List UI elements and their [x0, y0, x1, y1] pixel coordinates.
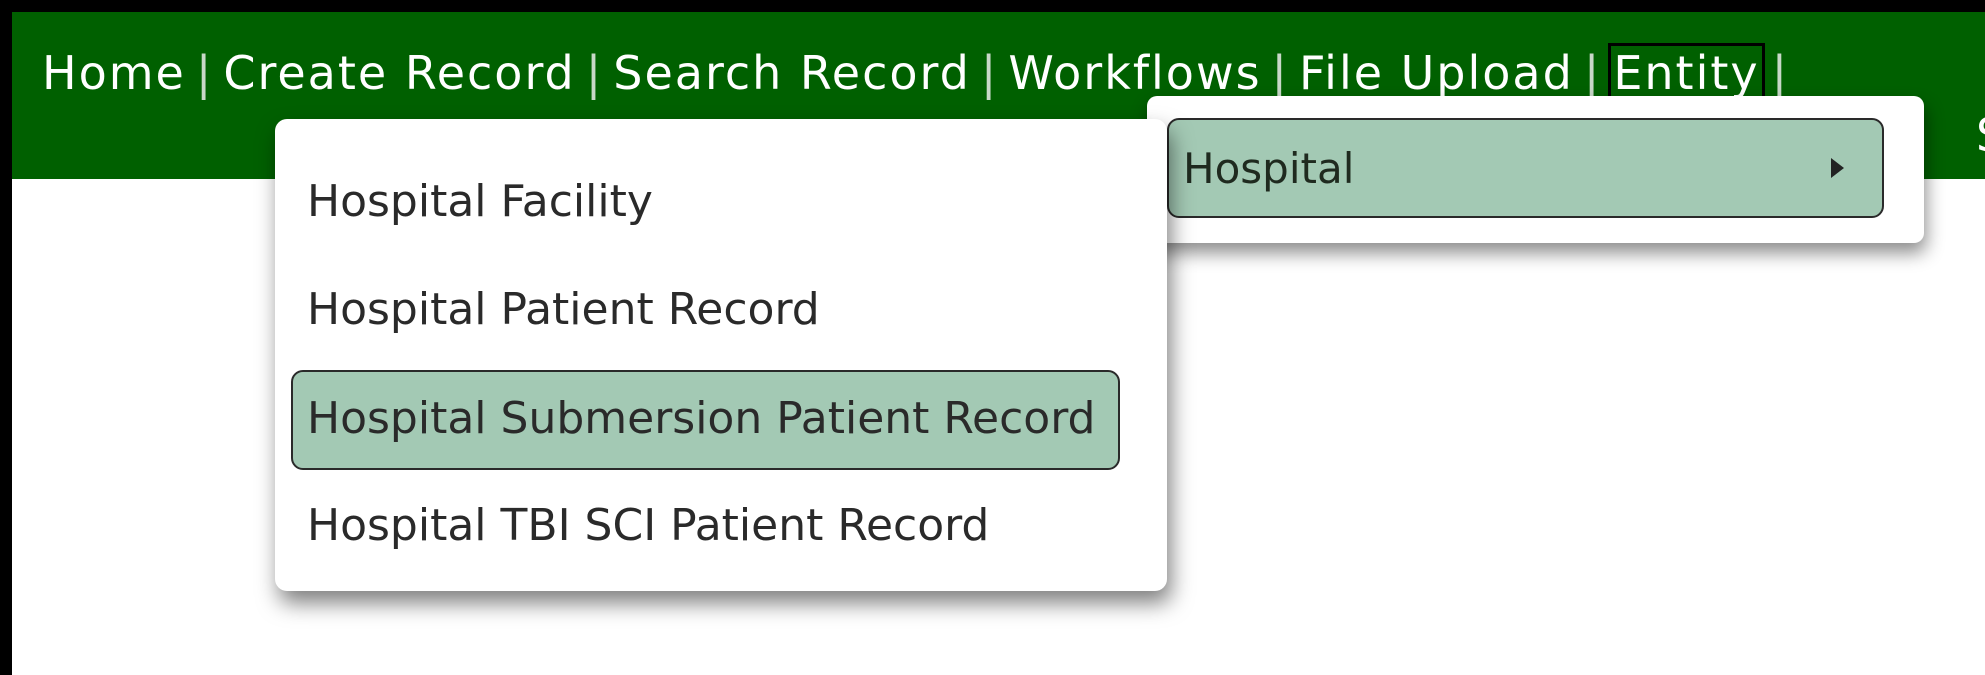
menu-item-hospital[interactable]: Hospital [1167, 118, 1884, 218]
app-frame: Home | Create Record | Search Record | Workflo… [12, 12, 1985, 675]
submenu-item-label: Hospital TBI SCI Patient Record [307, 500, 990, 551]
nav-links: Home | Create Record | Search Record | Workflo… [42, 43, 1799, 103]
submenu-item-label: Hospital Facility [307, 176, 653, 227]
nav-entity[interactable]: Entity [1608, 43, 1765, 103]
nav-separator: | [1771, 46, 1790, 100]
nav-workflows[interactable]: Workflows [1008, 46, 1261, 100]
nav-separator: | [980, 46, 999, 100]
menu-item-label: Hospital [1183, 144, 1355, 193]
submenu-item-label: Hospital Submersion Patient Record [307, 393, 1096, 444]
submenu-item-hospital-facility[interactable]: Hospital Facility [291, 153, 1116, 249]
entity-dropdown-menu: Hospital [1147, 96, 1924, 243]
nav-create-record[interactable]: Create Record [223, 46, 575, 100]
submenu-item-hospital-patient-record[interactable]: Hospital Patient Record [291, 261, 1116, 357]
nav-search-record[interactable]: Search Record [613, 46, 971, 100]
nav-separator: | [585, 46, 604, 100]
submenu-item-label: Hospital Patient Record [307, 284, 820, 335]
caret-right-icon [1831, 158, 1844, 178]
submenu-item-hospital-submersion-patient-record[interactable]: Hospital Submersion Patient Record [291, 370, 1120, 470]
nav-home[interactable]: Home [42, 46, 186, 100]
nav-separator: | [195, 46, 214, 100]
nav-separator: | [1271, 46, 1290, 100]
nav-separator: | [1583, 46, 1602, 100]
hospital-submenu: Hospital Facility Hospital Patient Recor… [275, 119, 1167, 591]
nav-overflow-fragment[interactable]: S [1976, 108, 1985, 162]
nav-file-upload[interactable]: File Upload [1299, 46, 1574, 100]
submenu-item-hospital-tbi-sci-patient-record[interactable]: Hospital TBI SCI Patient Record [291, 477, 1116, 573]
